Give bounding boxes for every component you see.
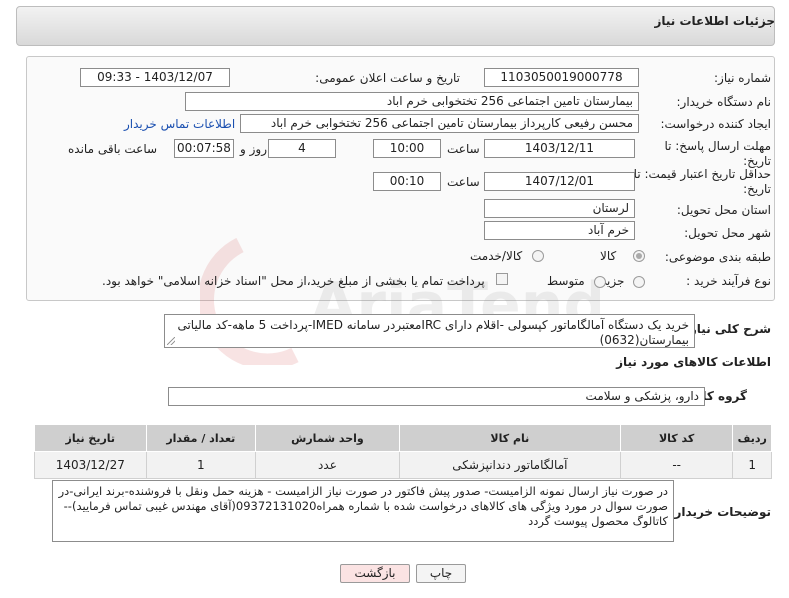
description-textarea[interactable]: خرید یک دستگاه آمالگاماتور کپسولی -اقلام… bbox=[164, 314, 695, 348]
description-line1: خرید یک دستگاه آمالگاماتور کپسولی -اقلام… bbox=[177, 318, 689, 332]
remaining-time-label: ساعت باقی مانده bbox=[68, 142, 158, 156]
col-row-number: ردیف bbox=[732, 424, 772, 452]
col-quantity: تعداد / مقدار bbox=[145, 424, 257, 452]
need-number-label: شماره نیاز: bbox=[714, 71, 771, 85]
deadline-days-label: روز و bbox=[240, 142, 267, 156]
col-need-date: تاریخ نیاز bbox=[34, 424, 147, 452]
category-goods-service-label: کالا/خدمت bbox=[470, 249, 523, 263]
deadline-label-line1: مهلت ارسال پاسخ: تا bbox=[664, 139, 771, 153]
deadline-days-field: 4 bbox=[268, 139, 336, 158]
announce-field: 1403/12/07 - 09:33 bbox=[80, 68, 230, 87]
category-goods-label: کالا bbox=[600, 249, 617, 263]
process-medium-label: متوسط bbox=[547, 274, 585, 288]
process-medium-radio[interactable] bbox=[594, 276, 606, 288]
cell-unit: عدد bbox=[255, 451, 400, 479]
remaining-time-field: 00:07:58 bbox=[174, 139, 234, 158]
purchase-process-label: نوع فرآیند خرید : bbox=[686, 274, 771, 288]
back-button[interactable]: بازگشت bbox=[340, 564, 410, 583]
treasury-payment-checkbox[interactable] bbox=[496, 273, 508, 285]
announce-label: تاریخ و ساعت اعلان عمومی: bbox=[315, 71, 460, 85]
buyer-org-field: بیمارستان تامین اجتماعی 256 تختخوابی خرم… bbox=[185, 92, 639, 111]
cell-item-code: -- bbox=[619, 451, 734, 479]
deadline-date-field: 1403/12/11 bbox=[484, 139, 635, 158]
goods-table-header: ردیف کد کالا نام کالا واحد شمارش تعداد /… bbox=[34, 424, 772, 452]
category-goods-service-radio[interactable] bbox=[532, 250, 544, 262]
buyer-notes-line1: در صورت نیاز ارسال نمونه الزامیست- صدور … bbox=[58, 484, 668, 498]
category-label: طبقه بندی موضوعی: bbox=[664, 250, 771, 264]
deadline-time-label: ساعت bbox=[447, 142, 480, 156]
buyer-notes-label: توضیحات خریدار: bbox=[669, 505, 771, 519]
city-label: شهر محل تحویل: bbox=[684, 226, 771, 240]
buyer-contact-link[interactable]: اطلاعات تماس خریدار bbox=[124, 117, 235, 131]
cell-quantity: 1 bbox=[145, 451, 257, 479]
cell-item-name: آمالگاماتور دندانپزشکی bbox=[398, 451, 621, 479]
goods-info-heading: اطلاعات کالاهای مورد نیاز bbox=[616, 355, 771, 369]
validity-time-label: ساعت bbox=[447, 175, 480, 189]
cell-row-number: 1 bbox=[732, 451, 772, 479]
col-item-code: کد کالا bbox=[619, 424, 734, 452]
process-minor-radio[interactable] bbox=[633, 276, 645, 288]
city-field: خرم آباد bbox=[484, 221, 635, 240]
validity-date-field: 1407/12/01 bbox=[484, 172, 635, 191]
print-button[interactable]: چاپ bbox=[416, 564, 466, 583]
table-row[interactable]: 1 -- آمالگاماتور دندانپزشکی عدد 1 1403/1… bbox=[34, 451, 772, 479]
page-title: جزئیات اطلاعات نیاز bbox=[654, 14, 775, 28]
buyer-notes-line2: صورت سوال در مورد ویژگی های کالاهای درخو… bbox=[63, 499, 668, 513]
goods-group-field: دارو، پزشکی و سلامت bbox=[168, 387, 705, 406]
deadline-label-line2: تاریخ: bbox=[743, 154, 771, 168]
resize-grip-icon[interactable] bbox=[167, 337, 175, 345]
buyer-notes-textarea[interactable]: در صورت نیاز ارسال نمونه الزامیست- صدور … bbox=[52, 480, 674, 542]
goods-table: ردیف کد کالا نام کالا واحد شمارش تعداد /… bbox=[34, 424, 772, 479]
col-unit: واحد شمارش bbox=[255, 424, 400, 452]
validity-label-line1: حداقل تاریخ اعتبار قیمت: تا bbox=[633, 167, 771, 181]
buyer-notes-line3: کاتالوگ محصول پیوست گردد bbox=[528, 514, 668, 528]
province-field: لرستان bbox=[484, 199, 635, 218]
province-label: استان محل تحویل: bbox=[676, 203, 771, 217]
cell-need-date: 1403/12/27 bbox=[34, 451, 147, 479]
validity-time-field: 00:10 bbox=[373, 172, 441, 191]
creator-label: ایجاد کننده درخواست: bbox=[660, 117, 771, 131]
col-item-name: نام کالا bbox=[398, 424, 621, 452]
buyer-org-label: نام دستگاه خریدار: bbox=[676, 95, 772, 109]
need-number-field: 1103050019000778 bbox=[484, 68, 639, 87]
validity-label-line2: تاریخ: bbox=[743, 182, 771, 196]
deadline-time-field: 10:00 bbox=[373, 139, 441, 158]
category-goods-radio[interactable] bbox=[633, 250, 645, 262]
description-label: شرح کلی نیاز: bbox=[685, 322, 771, 336]
creator-field: محسن رفیعی کارپرداز بیمارستان تامین اجتم… bbox=[240, 114, 639, 133]
description-line2: بیمارستان(0632) bbox=[599, 333, 689, 347]
treasury-payment-note: پرداخت تمام یا بخشی از مبلغ خرید،از محل … bbox=[102, 274, 485, 288]
